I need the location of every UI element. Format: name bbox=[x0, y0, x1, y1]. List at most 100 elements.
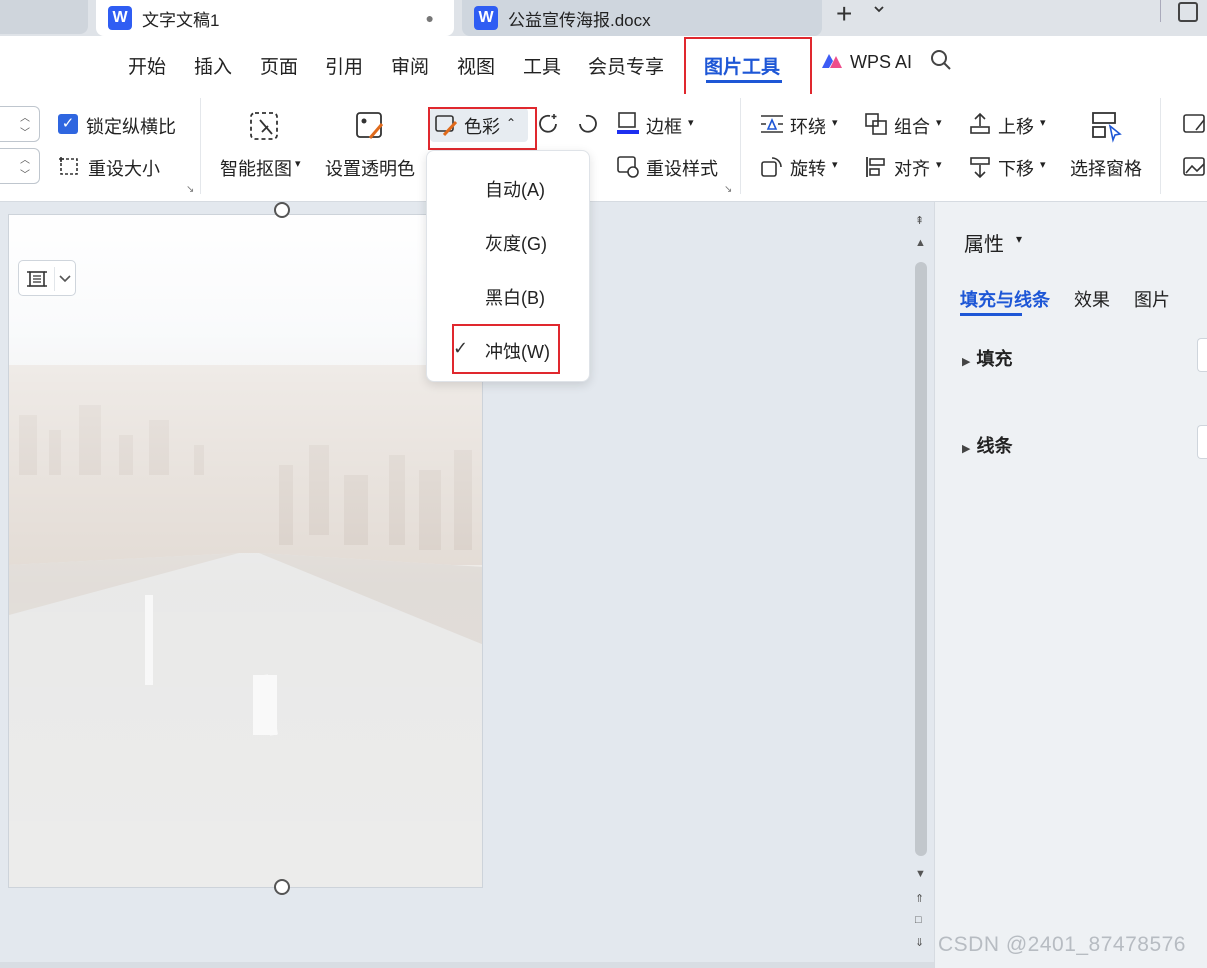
picture-frame-icon[interactable] bbox=[1182, 155, 1207, 179]
tab-document-1[interactable]: W 文字文稿1 ● bbox=[96, 0, 454, 36]
chevron-down-icon[interactable]: ▾ bbox=[832, 158, 838, 171]
reset-size-button[interactable]: 重设大小 bbox=[88, 155, 160, 181]
menu-member[interactable]: 会员专享 bbox=[588, 52, 664, 79]
wrap-icon[interactable] bbox=[760, 113, 784, 135]
select-browse-icon[interactable]: □ bbox=[915, 914, 922, 926]
new-tab-button[interactable]: + bbox=[836, 0, 852, 28]
rotate-left-icon[interactable] bbox=[576, 112, 600, 136]
line-section-header[interactable]: ▶ 线条 bbox=[962, 432, 1012, 458]
rotate-handle[interactable] bbox=[274, 202, 290, 218]
menu-insert[interactable]: 插入 bbox=[194, 52, 232, 79]
color-auto-option[interactable]: 自动(A) bbox=[485, 176, 545, 202]
chevron-down-icon[interactable]: ▾ bbox=[936, 158, 942, 171]
set-transparent-button[interactable]: 设置透明色 bbox=[325, 155, 415, 181]
vertical-scrollbar[interactable] bbox=[915, 262, 927, 856]
wps-ai-logo-icon bbox=[822, 54, 842, 68]
menu-references[interactable]: 引用 bbox=[325, 52, 363, 79]
active-tab-underline bbox=[960, 313, 1022, 316]
scroll-top-icon[interactable]: ⇞ bbox=[915, 214, 924, 227]
chevron-down-icon[interactable]: ▾ bbox=[688, 116, 694, 129]
tab-title: 公益宣传海报.docx bbox=[508, 10, 651, 30]
smart-cutout-icon[interactable] bbox=[248, 110, 282, 144]
unsaved-dot-icon: ● bbox=[425, 10, 434, 26]
smart-cutout-button[interactable]: 智能抠图 bbox=[220, 155, 292, 181]
window-restore-icon[interactable] bbox=[1178, 2, 1198, 22]
reset-style-button[interactable]: 重设样式 bbox=[646, 155, 718, 181]
border-button[interactable]: 边框 bbox=[646, 113, 682, 139]
rotate-icon[interactable] bbox=[760, 155, 784, 179]
washed-out-picture[interactable] bbox=[8, 214, 483, 888]
tab-list-chevron-icon[interactable] bbox=[872, 2, 886, 19]
resize-handle-bottom[interactable] bbox=[274, 879, 290, 895]
color-grayscale-option[interactable]: 灰度(G) bbox=[485, 230, 547, 256]
size-dialog-launcher-icon[interactable]: ↘ bbox=[186, 184, 194, 195]
rotate-right-icon[interactable] bbox=[536, 112, 560, 136]
fill-section-label: 填充 bbox=[976, 349, 1013, 369]
wps-writer-icon: W bbox=[474, 6, 498, 30]
reset-style-icon[interactable] bbox=[616, 154, 640, 178]
crop-icon bbox=[27, 271, 47, 287]
tab-document-2[interactable]: W 公益宣传海报.docx bbox=[462, 0, 822, 36]
chevron-down-icon[interactable]: ▾ bbox=[832, 116, 838, 129]
expand-triangle-icon: ▶ bbox=[962, 356, 971, 368]
wrap-button[interactable]: 环绕 bbox=[790, 113, 826, 139]
align-button[interactable]: 对齐 bbox=[894, 155, 930, 181]
chevron-down-icon[interactable]: ▾ bbox=[1016, 232, 1022, 246]
move-up-button[interactable]: 上移 bbox=[998, 113, 1034, 139]
move-up-icon[interactable] bbox=[968, 112, 992, 136]
highlight-box bbox=[428, 107, 537, 150]
tab-picture[interactable]: 图片 bbox=[1134, 286, 1170, 312]
line-option-box[interactable] bbox=[1197, 425, 1207, 459]
wps-writer-icon: W bbox=[108, 6, 132, 30]
fill-section-header[interactable]: ▶ 填充 bbox=[962, 345, 1012, 371]
rotate-button[interactable]: 旋转 bbox=[790, 155, 826, 181]
width-stepper[interactable]: ︿ ﹀ bbox=[0, 148, 40, 184]
next-page-icon[interactable]: ⇓ bbox=[915, 936, 924, 949]
menu-review[interactable]: 审阅 bbox=[391, 52, 429, 79]
tab-fill-line[interactable]: 填充与线条 bbox=[960, 286, 1050, 312]
scroll-up-icon[interactable]: ▲ bbox=[915, 237, 926, 249]
menu-view[interactable]: 视图 bbox=[457, 52, 495, 79]
color-black-white-option[interactable]: 黑白(B) bbox=[485, 284, 545, 310]
panel-title[interactable]: 属性 bbox=[964, 228, 1004, 257]
chevron-down-icon[interactable]: ▾ bbox=[295, 157, 301, 170]
selection-pane-icon[interactable] bbox=[1090, 110, 1124, 144]
line-section-label: 线条 bbox=[976, 436, 1013, 456]
group-icon[interactable] bbox=[864, 112, 888, 136]
menu-start[interactable]: 开始 bbox=[128, 52, 166, 79]
border-icon[interactable] bbox=[616, 111, 640, 135]
chevron-down-icon[interactable]: ▾ bbox=[1040, 116, 1046, 129]
divider bbox=[1160, 98, 1161, 194]
lock-ratio-checkbox[interactable]: ✓ bbox=[58, 114, 78, 134]
chevron-down-icon[interactable]: ▾ bbox=[1040, 158, 1046, 171]
highlight-box bbox=[684, 37, 812, 97]
menu-page[interactable]: 页面 bbox=[260, 52, 298, 79]
watermark-text: CSDN @2401_87478576 bbox=[938, 933, 1186, 956]
picture-dialog-launcher-icon[interactable]: ↘ bbox=[724, 184, 732, 195]
expand-triangle-icon: ▶ bbox=[962, 443, 971, 455]
picture-edit-icon[interactable] bbox=[1182, 112, 1207, 136]
set-transparent-icon[interactable] bbox=[354, 110, 388, 144]
city-road-image bbox=[9, 215, 482, 887]
tab-bar: W 文字文稿1 ● W 公益宣传海报.docx + bbox=[0, 0, 1207, 36]
tab-effects[interactable]: 效果 bbox=[1074, 286, 1110, 312]
chevron-down-icon[interactable]: ▾ bbox=[936, 116, 942, 129]
fill-option-box[interactable] bbox=[1197, 338, 1207, 372]
crop-button[interactable] bbox=[18, 260, 76, 296]
move-down-icon[interactable] bbox=[968, 155, 992, 179]
height-stepper[interactable]: ︿ ﹀ bbox=[0, 106, 40, 142]
search-icon[interactable] bbox=[930, 49, 952, 71]
align-icon[interactable] bbox=[864, 155, 888, 179]
menu-wps-ai[interactable]: WPS AI bbox=[850, 52, 912, 73]
divider bbox=[200, 98, 201, 194]
divider bbox=[54, 267, 55, 291]
menu-tools[interactable]: 工具 bbox=[523, 52, 561, 79]
scroll-down-icon[interactable]: ▼ bbox=[915, 868, 926, 880]
status-bar-edge bbox=[0, 962, 934, 968]
properties-panel bbox=[934, 202, 1207, 968]
tab-stub[interactable] bbox=[0, 0, 88, 34]
group-button[interactable]: 组合 bbox=[894, 113, 930, 139]
previous-page-icon[interactable]: ⇑ bbox=[915, 892, 924, 905]
selection-pane-button[interactable]: 选择窗格 bbox=[1070, 155, 1142, 181]
move-down-button[interactable]: 下移 bbox=[998, 155, 1034, 181]
